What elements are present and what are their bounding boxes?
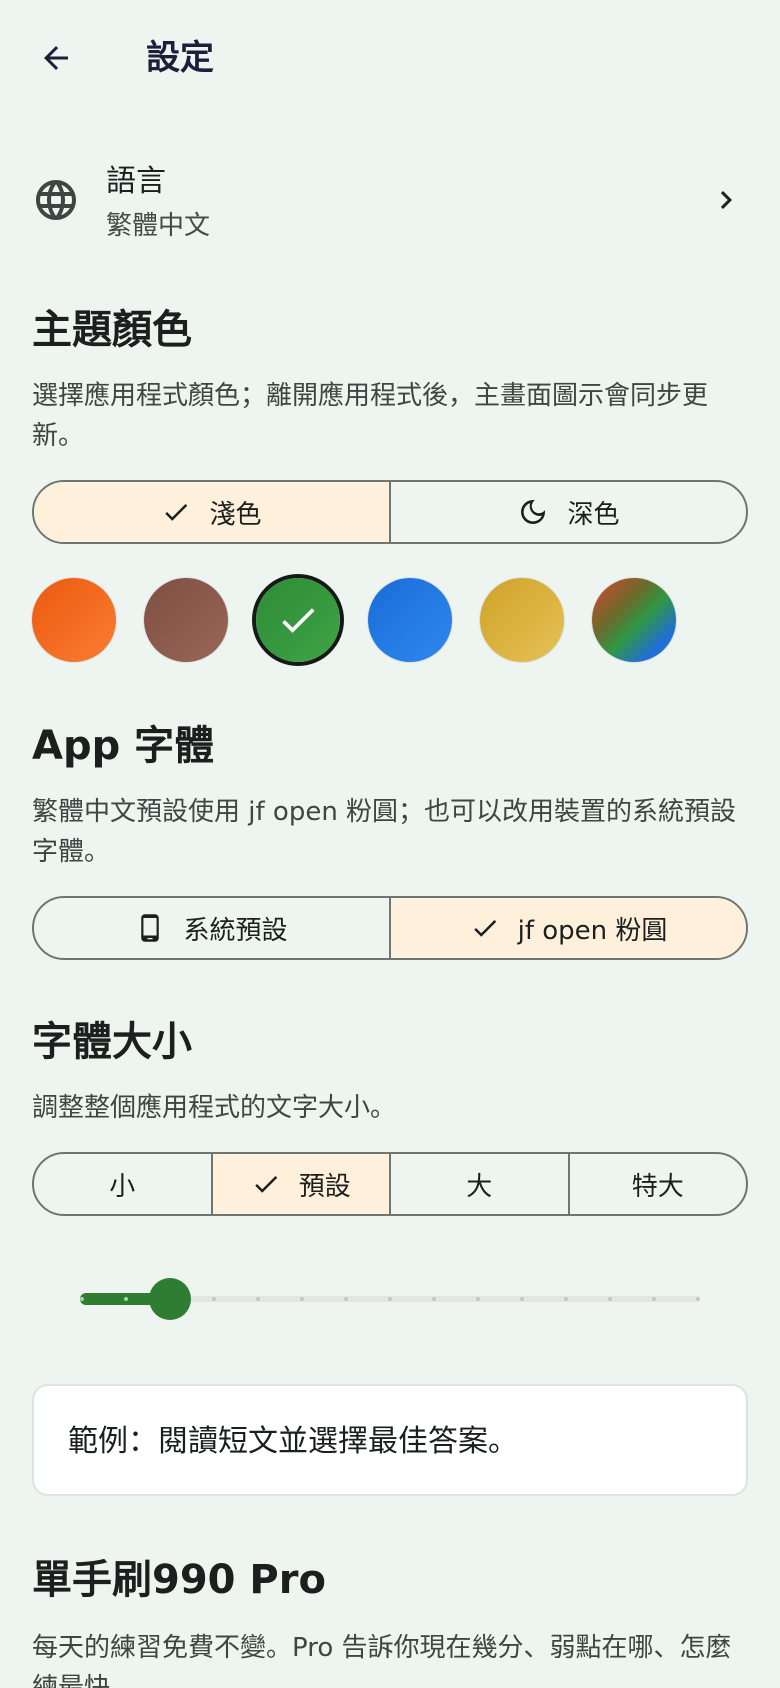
font-option-system-label: 系統預設: [183, 915, 288, 946]
font-size-small[interactable]: 小: [34, 1154, 213, 1214]
theme-mode-dark[interactable]: 深色: [391, 482, 746, 542]
slider-step-dot: [476, 1297, 480, 1301]
slider-step-dot: [256, 1297, 260, 1301]
font-size-large-label: 大: [466, 1171, 493, 1202]
font-size-slider[interactable]: [80, 1274, 700, 1324]
page-title: 設定: [146, 38, 214, 78]
font-size-large[interactable]: 大: [391, 1154, 570, 1214]
chevron-right-icon: [720, 191, 732, 209]
font-option-jf-open[interactable]: jf open 粉圓: [391, 898, 746, 958]
theme-color-swatches: [32, 574, 748, 664]
slider-step-dot: [212, 1297, 216, 1301]
swatch-gold[interactable]: [480, 578, 564, 662]
slider-step-dot: [80, 1297, 84, 1301]
theme-mode-segmented: 淺色 深色: [32, 480, 748, 544]
swatch-brown[interactable]: [144, 578, 228, 662]
slider-step-dot: [564, 1297, 568, 1301]
theme-section-description: 選擇應用程式顏色；離開應用程式後，主畫面圖示會同步更新。: [32, 381, 709, 451]
swatch-green[interactable]: [256, 578, 340, 662]
check-icon: [473, 919, 496, 937]
slider-step-dot: [388, 1297, 392, 1301]
font-size-small-label: 小: [109, 1171, 136, 1202]
font-size-section-description: 調整整個應用程式的文字大小。: [32, 1093, 397, 1123]
phone-icon: [141, 914, 160, 942]
slider-step-dot: [300, 1297, 304, 1301]
slider-step-dot: [432, 1297, 436, 1301]
font-option-system[interactable]: 系統預設: [34, 898, 391, 958]
back-button[interactable]: [26, 28, 86, 88]
app-font-segmented: 系統預設 jf open 粉圓: [32, 896, 748, 960]
slider-step-dot: [696, 1297, 700, 1301]
pro-section-description: 每天的練習免費不變。Pro 告訴你現在幾分、弱點在哪、怎麼練最快。: [32, 1633, 732, 1688]
font-size-extra-large-label: 特大: [631, 1171, 684, 1202]
swatch-blue[interactable]: [368, 578, 452, 662]
app-font-section-title: App 字體: [32, 723, 215, 769]
font-sample-text: 範例：閱讀短文並選擇最佳答案。: [68, 1424, 518, 1459]
swatch-multicolor[interactable]: [592, 578, 676, 662]
font-size-extra-large[interactable]: 特大: [570, 1154, 747, 1214]
moon-icon: [521, 500, 546, 524]
slider-thumb[interactable]: [149, 1278, 191, 1320]
font-sample-card: 範例：閱讀短文並選擇最佳答案。: [32, 1384, 748, 1496]
theme-section-title: 主題顏色: [32, 307, 192, 353]
theme-mode-light[interactable]: 淺色: [34, 482, 391, 542]
check-icon: [254, 1175, 277, 1193]
font-size-segmented: 小 預設 大 特大: [32, 1152, 748, 1216]
slider-step-dot: [652, 1297, 656, 1301]
slider-step-dot: [124, 1297, 128, 1301]
top-app-bar: 設定: [0, 0, 780, 112]
font-size-section-title: 字體大小: [32, 1019, 192, 1065]
theme-mode-light-label: 淺色: [209, 499, 262, 530]
font-size-default-label: 預設: [298, 1171, 351, 1202]
pro-section-title: 單手刷990 Pro: [32, 1557, 326, 1603]
language-value: 繁體中文: [106, 211, 211, 241]
slider-step-dot: [608, 1297, 612, 1301]
arrow-left-icon: [44, 46, 68, 70]
globe-icon: [36, 180, 76, 220]
language-setting-row[interactable]: 語言 繁體中文: [0, 150, 780, 254]
swatch-orange[interactable]: [32, 578, 116, 662]
slider-step-dot: [344, 1297, 348, 1301]
check-icon: [282, 608, 315, 633]
slider-step-dot: [520, 1297, 524, 1301]
font-size-default[interactable]: 預設: [212, 1154, 391, 1214]
language-label: 語言: [106, 164, 166, 199]
check-icon: [165, 503, 188, 521]
app-font-section-description: 繁體中文預設使用 jf open 粉圓；也可以改用裝置的系統預設字體。: [32, 797, 737, 867]
theme-mode-dark-label: 深色: [567, 499, 620, 530]
font-option-jf-open-label: jf open 粉圓: [517, 915, 668, 946]
